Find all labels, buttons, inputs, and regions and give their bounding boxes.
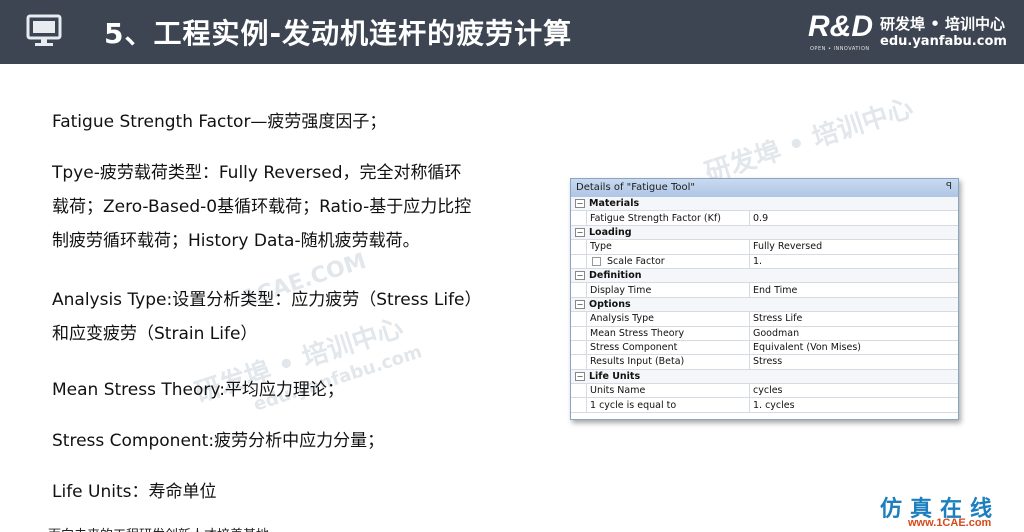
section-label: Definition bbox=[589, 270, 642, 282]
collapse-toggle-icon[interactable]: − bbox=[575, 199, 585, 209]
section-label: Life Units bbox=[589, 370, 641, 382]
brand-logo: R&D 研发埠 • 培训中心 edu.yanfabu.com OPEN • IN… bbox=[808, 10, 1008, 56]
paragraph-loading-type: Tpye-疲劳载荷类型：Fully Reversed，完全对称循环 载荷；Zer… bbox=[52, 156, 471, 258]
property-value[interactable]: Fully Reversed bbox=[750, 240, 958, 253]
property-value[interactable]: 1. cycles bbox=[750, 398, 958, 411]
property-value[interactable]: 0.9 bbox=[750, 211, 958, 224]
property-row[interactable]: Results Input (Beta) Stress bbox=[571, 355, 958, 370]
text-line: Fatigue Strength Factor—疲劳强度因子； bbox=[52, 112, 387, 132]
property-value[interactable]: Stress Life bbox=[750, 312, 958, 325]
line-mean-stress: Mean Stress Theory:平均应力理论； bbox=[52, 373, 344, 407]
property-row[interactable]: Units Name cycles bbox=[571, 384, 958, 399]
property-value[interactable]: Equivalent (Von Mises) bbox=[750, 341, 958, 354]
slide-header: 5、工程实例-发动机连杆的疲劳计算 R&D 研发埠 • 培训中心 edu.yan… bbox=[0, 0, 1024, 64]
collapse-toggle-icon[interactable]: − bbox=[575, 271, 585, 281]
logo-url: edu.yanfabu.com bbox=[880, 34, 1007, 49]
pin-icon[interactable]: ꟼ bbox=[946, 181, 952, 192]
property-name-with-checkbox: Scale Factor bbox=[587, 254, 750, 268]
section-definition[interactable]: − Definition bbox=[571, 268, 958, 284]
property-value[interactable]: End Time bbox=[750, 283, 958, 296]
property-value[interactable]: Goodman bbox=[750, 327, 958, 340]
section-label: Options bbox=[589, 298, 631, 310]
section-options[interactable]: − Options bbox=[571, 297, 958, 313]
text-line: 载荷；Zero-Based-0基循环载荷；Ratio-基于应力比控 bbox=[52, 197, 472, 217]
text-line: 制疲劳循环载荷；History Data-随机疲劳载荷。 bbox=[52, 231, 420, 251]
property-value[interactable]: Stress bbox=[750, 355, 958, 368]
property-row[interactable]: Mean Stress Theory Goodman bbox=[571, 326, 958, 341]
monitor-icon bbox=[26, 14, 62, 46]
text-line: Life Units：寿命单位 bbox=[52, 482, 217, 502]
property-row[interactable]: Stress Component Equivalent (Von Mises) bbox=[571, 340, 958, 356]
section-life-units[interactable]: − Life Units bbox=[571, 369, 958, 385]
watermark-cn: 研发埠 • 培训中心 bbox=[701, 93, 917, 189]
scale-factor-checkbox[interactable] bbox=[592, 256, 601, 266]
property-row[interactable]: Scale Factor 1. bbox=[571, 254, 958, 269]
logo-name: 研发埠 • 培训中心 bbox=[880, 15, 1006, 33]
property-name: Display Time bbox=[587, 283, 750, 297]
property-name: 1 cycle is equal to bbox=[587, 398, 750, 412]
property-row[interactable]: 1 cycle is equal to 1. cycles bbox=[571, 398, 958, 413]
property-row[interactable]: Analysis Type Stress Life bbox=[571, 312, 958, 327]
property-row[interactable]: Display Time End Time bbox=[571, 283, 958, 298]
text-line: Tpye-疲劳载荷类型：Fully Reversed，完全对称循环 bbox=[52, 163, 462, 183]
collapse-toggle-icon[interactable]: − bbox=[575, 299, 585, 309]
text-line: 和应变疲劳（Strain Life） bbox=[52, 324, 258, 344]
logo-tagline: OPEN • INNOVATION bbox=[810, 46, 870, 52]
paragraph-analysis-type: Analysis Type:设置分析类型：应力疲劳（Stress Life） 和… bbox=[52, 283, 482, 351]
text-line: Stress Component:疲劳分析中应力分量； bbox=[52, 431, 385, 451]
property-name: Stress Component bbox=[587, 340, 750, 355]
property-name: Type bbox=[587, 240, 750, 254]
property-row[interactable]: Type Fully Reversed bbox=[571, 240, 958, 255]
text-line: Analysis Type:设置分析类型：应力疲劳（Stress Life） bbox=[52, 290, 482, 310]
section-loading[interactable]: − Loading bbox=[571, 225, 958, 241]
collapse-toggle-icon[interactable]: − bbox=[575, 371, 585, 381]
slide-title: 5、工程实例-发动机连杆的疲劳计算 bbox=[104, 17, 573, 50]
logo-mark: R&D bbox=[808, 10, 873, 43]
property-name: Units Name bbox=[587, 384, 750, 398]
property-name: Fatigue Strength Factor (Kf) bbox=[587, 211, 750, 225]
property-name: Scale Factor bbox=[607, 255, 665, 267]
footer-brand-logo: 仿真在线 www.1CAE.com bbox=[880, 491, 1020, 531]
section-label: Loading bbox=[589, 226, 632, 238]
panel-title: Details of "Fatigue Tool" bbox=[576, 182, 695, 193]
panel-title-bar: Details of "Fatigue Tool" ꟼ bbox=[571, 179, 958, 197]
property-name: Results Input (Beta) bbox=[587, 355, 750, 369]
property-value[interactable]: cycles bbox=[750, 384, 958, 397]
property-name: Mean Stress Theory bbox=[587, 326, 750, 340]
footer-brand-url: www.1CAE.com bbox=[908, 517, 992, 529]
property-value[interactable]: 1. bbox=[750, 255, 958, 268]
collapse-toggle-icon[interactable]: − bbox=[575, 227, 585, 237]
section-materials[interactable]: − Materials bbox=[571, 197, 958, 212]
text-line: Mean Stress Theory:平均应力理论； bbox=[52, 380, 344, 400]
line-fatigue-strength: Fatigue Strength Factor—疲劳强度因子； bbox=[52, 105, 386, 139]
footer-slogan: 面向未来的工程研发创新人才培养基地 bbox=[48, 524, 269, 532]
line-stress-component: Stress Component:疲劳分析中应力分量； bbox=[52, 424, 384, 458]
line-life-units: Life Units：寿命单位 bbox=[52, 475, 217, 509]
details-panel: Details of "Fatigue Tool" ꟼ − Materials … bbox=[570, 178, 959, 420]
section-label: Materials bbox=[589, 198, 640, 210]
property-row[interactable]: Fatigue Strength Factor (Kf) 0.9 bbox=[571, 211, 958, 226]
property-name: Analysis Type bbox=[587, 312, 750, 326]
